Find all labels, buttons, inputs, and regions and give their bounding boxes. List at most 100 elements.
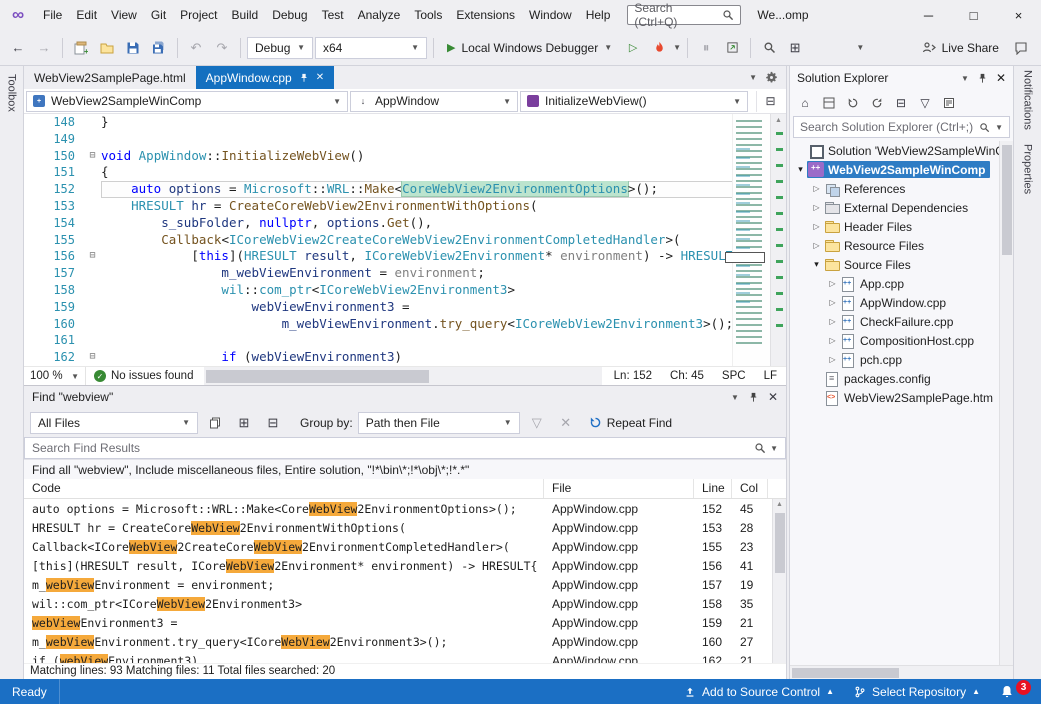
menu-window[interactable]: Window — [522, 0, 579, 30]
menu-view[interactable]: View — [104, 0, 144, 30]
tree-item[interactable]: ▾WebView2SampleWinComp — [790, 160, 1013, 179]
close-tab-icon[interactable]: ✕ — [316, 72, 324, 83]
window-position-icon[interactable]: ▼ — [731, 393, 739, 402]
tree-item[interactable]: ▷External Dependencies — [790, 198, 1013, 217]
window-position-icon[interactable]: ▼ — [961, 74, 969, 83]
menu-git[interactable]: Git — [144, 0, 173, 30]
chevron-collapsed-icon[interactable]: ▷ — [810, 222, 823, 231]
code-line[interactable]: 160 m_webViewEnvironment.try_query<ICore… — [24, 316, 786, 333]
open-file-icon[interactable] — [95, 36, 119, 60]
code-editor[interactable]: 148}149150⊟void AppWindow::InitializeWeb… — [24, 114, 786, 366]
minimap-viewport[interactable] — [725, 252, 765, 263]
files-scope-combo[interactable]: All Files▼ — [30, 412, 198, 434]
refresh-icon[interactable] — [868, 93, 886, 113]
chevron-collapsed-icon[interactable]: ▷ — [826, 355, 839, 364]
chevron-collapsed-icon[interactable]: ▷ — [826, 336, 839, 345]
editor-horizontal-scrollbar[interactable] — [204, 367, 601, 385]
code-line[interactable]: 151{ — [24, 164, 786, 181]
tree-item[interactable]: Solution 'WebView2SampleWinCo — [790, 141, 1013, 160]
break-all-icon[interactable]: ⏸ — [694, 36, 718, 60]
close-panel-icon[interactable]: ✕ — [996, 71, 1006, 85]
repeat-find-button[interactable]: Repeat Find — [583, 412, 678, 434]
tab-appwindow[interactable]: AppWindow.cpp ✕ — [196, 66, 334, 89]
chevron-collapsed-icon[interactable]: ▷ — [826, 298, 839, 307]
tree-item[interactable]: ▷App.cpp — [790, 274, 1013, 293]
toolbox-tab[interactable]: Toolbox — [6, 74, 18, 679]
start-debugging-button[interactable]: ▶ Local Windows Debugger ▼ — [440, 36, 619, 60]
solution-explorer-toolbar-icon[interactable]: ⊞ — [783, 36, 807, 60]
save-icon[interactable] — [121, 36, 145, 60]
solution-explorer-search-box[interactable]: Search Solution Explorer (Ctrl+;) ▼ — [793, 116, 1010, 138]
menu-project[interactable]: Project — [173, 0, 224, 30]
properties-tab[interactable]: Properties — [1022, 144, 1034, 194]
issues-indicator[interactable]: ✓ No issues found — [86, 367, 201, 385]
menu-build[interactable]: Build — [225, 0, 266, 30]
back-icon[interactable]: ⌂ — [796, 93, 814, 113]
column-header-code[interactable]: Code — [24, 479, 544, 498]
find-result-row[interactable]: [this](HRESULT result, ICoreWebView2Envi… — [24, 556, 786, 575]
tree-item[interactable]: WebView2SamplePage.htm — [790, 388, 1013, 407]
tree-item[interactable]: ▷Header Files — [790, 217, 1013, 236]
group-by-combo[interactable]: Path then File▼ — [358, 412, 520, 434]
copy-results-icon[interactable] — [203, 411, 227, 435]
menu-extensions[interactable]: Extensions — [449, 0, 522, 30]
find-panel-title-bar[interactable]: Find "webview" ▼ ✕ — [24, 386, 786, 408]
find-result-row[interactable]: m_webViewEnvironment = environment;AppWi… — [24, 575, 786, 594]
live-share-button[interactable]: Live Share — [914, 36, 1007, 60]
chevron-expanded-icon[interactable]: ▾ — [794, 164, 807, 175]
code-line[interactable]: 152 auto options = Microsoft::WRL::Make<… — [24, 181, 786, 198]
expand-all-icon[interactable]: ⊞ — [232, 411, 256, 435]
attach-to-process-icon[interactable] — [720, 36, 744, 60]
new-project-icon[interactable]: + — [69, 36, 93, 60]
code-line[interactable]: 157 m_webViewEnvironment = environment; — [24, 265, 786, 282]
solution-configuration-combo[interactable]: Debug▼ — [247, 37, 313, 59]
project-dropdown[interactable]: + WebView2SampleWinComp ▼ — [26, 91, 348, 112]
hot-reload-icon[interactable] — [647, 36, 671, 60]
find-result-row[interactable]: HRESULT hr = CreateCoreWebView2Environme… — [24, 518, 786, 537]
menu-analyze[interactable]: Analyze — [351, 0, 408, 30]
select-repository-button[interactable]: Select Repository ▲ — [844, 679, 990, 704]
tree-item[interactable]: ▷pch.cpp — [790, 350, 1013, 369]
code-line[interactable]: 153 HRESULT hr = CreateCoreWebView2Envir… — [24, 198, 786, 215]
active-documents-dropdown-icon[interactable]: ▼ — [749, 73, 757, 82]
code-line[interactable]: 148} — [24, 114, 786, 131]
navigate-forward-icon[interactable]: → — [32, 36, 56, 60]
chevron-expanded-icon[interactable]: ▾ — [810, 259, 823, 270]
tab-webview2samplepage[interactable]: WebView2SamplePage.html — [24, 66, 196, 89]
maximize-button[interactable]: □ — [951, 0, 996, 30]
solution-explorer-vertical-scrollbar[interactable] — [999, 141, 1013, 665]
zoom-dropdown[interactable]: 100 %▼ — [24, 367, 86, 385]
code-line[interactable]: 155 Callback<ICoreWebView2CreateCoreWebV… — [24, 232, 786, 249]
code-line[interactable]: 156⊟ [this](HRESULT result, ICoreWebView… — [24, 248, 786, 265]
search-find-results-box[interactable]: Search Find Results ▼ — [24, 437, 786, 459]
pin-icon[interactable] — [299, 73, 309, 83]
member-dropdown[interactable]: InitializeWebView() ▼ — [520, 91, 748, 112]
code-line[interactable]: 161 — [24, 332, 786, 349]
pin-icon[interactable] — [748, 392, 759, 403]
chevron-collapsed-icon[interactable]: ▷ — [810, 203, 823, 212]
chevron-collapsed-icon[interactable]: ▷ — [810, 184, 823, 193]
menu-file[interactable]: File — [36, 0, 69, 30]
column-header-col[interactable]: Col — [732, 479, 768, 498]
close-panel-icon[interactable]: ✕ — [768, 390, 778, 404]
solution-explorer-horizontal-scrollbar[interactable] — [790, 665, 1013, 679]
tree-item[interactable]: ▷References — [790, 179, 1013, 198]
tree-item[interactable]: ▷AppWindow.cpp — [790, 293, 1013, 312]
redo-icon[interactable]: ↷ — [210, 36, 234, 60]
find-result-row[interactable]: wil::com_ptr<ICoreWebView2Environment3>A… — [24, 594, 786, 613]
tree-item[interactable]: ▾Source Files — [790, 255, 1013, 274]
code-line[interactable]: 159 webViewEnvironment3 = — [24, 299, 786, 316]
minimap[interactable] — [732, 114, 770, 366]
tree-item[interactable]: ▷CheckFailure.cpp — [790, 312, 1013, 331]
chevron-collapsed-icon[interactable]: ▷ — [826, 317, 839, 326]
menu-test[interactable]: Test — [315, 0, 351, 30]
add-to-source-control-button[interactable]: Add to Source Control ▲ — [674, 679, 844, 704]
properties-icon[interactable] — [940, 93, 958, 113]
tree-item[interactable]: packages.config — [790, 369, 1013, 388]
menu-debug[interactable]: Debug — [265, 0, 314, 30]
find-result-row[interactable]: webViewEnvironment3 =AppWindow.cpp15921 — [24, 613, 786, 632]
feedback-icon[interactable] — [1009, 36, 1033, 60]
code-line[interactable]: 162⊟ if (webViewEnvironment3) — [24, 349, 786, 366]
navigate-back-icon[interactable]: ← — [6, 36, 30, 60]
eol-indicator[interactable]: LF — [755, 370, 786, 382]
